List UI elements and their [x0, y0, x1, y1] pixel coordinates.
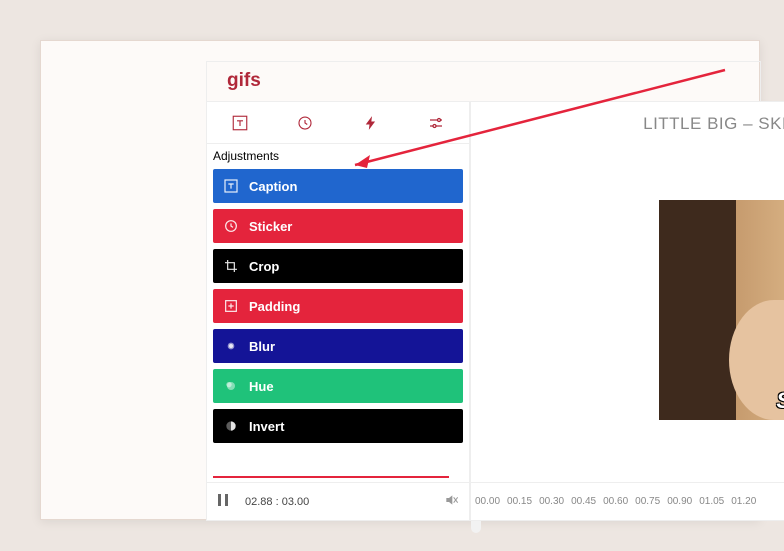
preview-caption-letter: S [776, 388, 784, 414]
player-controls: 02.88 : 03.00 [207, 482, 469, 520]
timeline-mark: 00.30 [539, 496, 564, 507]
sliders-icon [427, 114, 445, 132]
adjust-label: Caption [249, 179, 297, 194]
header-bar: gifs [206, 61, 761, 101]
timeline-mark: 00.15 [507, 496, 532, 507]
adjustments-list: Caption Sticker Crop Padding Blur Hue [207, 166, 469, 452]
adjust-sticker[interactable]: Sticker [213, 209, 463, 243]
adjust-padding[interactable]: Padding [213, 289, 463, 323]
caption-icon [231, 114, 249, 132]
timeline-mark: 00.75 [635, 496, 660, 507]
mute-icon [443, 492, 459, 508]
pause-icon [217, 493, 229, 507]
tab-effects[interactable] [338, 102, 404, 143]
adjust-caption[interactable]: Caption [213, 169, 463, 203]
tab-caption[interactable] [207, 102, 273, 143]
adjust-label: Padding [249, 299, 300, 314]
timeline-mark: 01.20 [731, 496, 756, 507]
pause-button[interactable] [217, 493, 235, 510]
adjust-invert[interactable]: Invert [213, 409, 463, 443]
tab-adjustments[interactable] [404, 102, 470, 143]
tab-timer[interactable] [273, 102, 339, 143]
blur-icon [223, 338, 239, 354]
adjust-label: Invert [249, 419, 284, 434]
preview-area: LITTLE BIG – SKIB S 00.00 00.15 00.30 00… [470, 101, 784, 521]
adjust-crop[interactable]: Crop [213, 249, 463, 283]
bolt-icon [364, 114, 378, 132]
padding-icon [223, 298, 239, 314]
adjust-label: Hue [249, 379, 274, 394]
timeline[interactable]: 00.00 00.15 00.30 00.45 00.60 00.75 00.9… [471, 482, 784, 520]
brand-logo: gifs [227, 70, 261, 92]
adjust-label: Crop [249, 259, 279, 274]
caption-icon [223, 178, 239, 194]
adjust-label: Blur [249, 339, 275, 354]
hue-icon [223, 378, 239, 394]
app-window: gifs Adjustments Caption [40, 40, 760, 520]
clock-icon [296, 114, 314, 132]
divider [213, 476, 449, 478]
section-label: Adjustments [207, 144, 469, 166]
timeline-mark: 00.00 [475, 496, 500, 507]
preview-frame: S [659, 200, 784, 420]
timeline-mark: 00.90 [667, 496, 692, 507]
invert-icon [223, 418, 239, 434]
adjust-label: Sticker [249, 219, 292, 234]
timeline-mark: 00.45 [571, 496, 596, 507]
mute-button[interactable] [443, 492, 459, 511]
timeline-mark: 00.60 [603, 496, 628, 507]
clock-icon [223, 218, 239, 234]
adjust-blur[interactable]: Blur [213, 329, 463, 363]
preview-title: LITTLE BIG – SKIB [643, 114, 784, 134]
panel-tabs [207, 102, 469, 144]
adjust-hue[interactable]: Hue [213, 369, 463, 403]
timeline-mark: 01.05 [699, 496, 724, 507]
player-time: 02.88 : 03.00 [245, 496, 309, 508]
adjustments-panel: Adjustments Caption Sticker Crop Padding… [206, 101, 470, 521]
crop-icon [223, 258, 239, 274]
